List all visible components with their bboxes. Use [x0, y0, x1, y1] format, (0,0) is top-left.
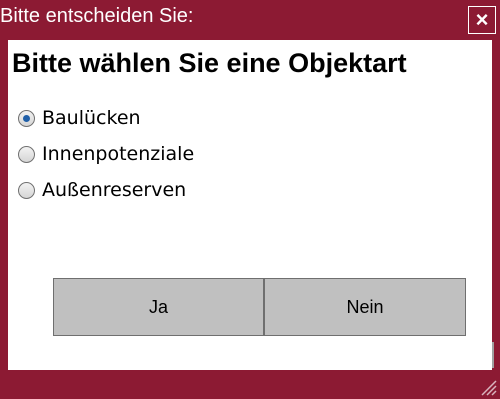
no-button[interactable]: Nein — [264, 278, 466, 336]
radio-button[interactable] — [18, 181, 35, 199]
separator-line — [492, 342, 494, 368]
dialog-headline: Bitte wählen Sie eine Objektart — [12, 48, 407, 78]
option-innenpotenziale[interactable]: Innenpotenziale — [18, 136, 194, 172]
object-type-options: Baulücken Innenpotenziale Außenreserven — [18, 100, 194, 208]
option-label[interactable]: Außenreserven — [42, 179, 186, 201]
option-baulücken[interactable]: Baulücken — [18, 100, 194, 136]
radio-button-selected[interactable] — [18, 109, 35, 127]
option-aussenreserven[interactable]: Außenreserven — [18, 172, 194, 208]
resize-grip-icon[interactable] — [478, 377, 498, 397]
no-button-label: Nein — [346, 296, 384, 317]
yes-button[interactable]: Ja — [53, 278, 264, 336]
title-bar[interactable]: Bitte entscheiden Sie: × — [0, 0, 500, 40]
dialog-window: Bitte entscheiden Sie: × Bitte wählen Si… — [0, 0, 500, 399]
option-label[interactable]: Innenpotenziale — [42, 143, 194, 165]
window-title: Bitte entscheiden Sie: — [0, 5, 194, 27]
close-button[interactable]: × — [468, 6, 496, 34]
yes-button-label: Ja — [148, 296, 168, 317]
option-label[interactable]: Baulücken — [42, 107, 141, 129]
status-bar — [0, 370, 500, 399]
close-icon: × — [475, 7, 489, 32]
radio-button[interactable] — [18, 145, 35, 163]
